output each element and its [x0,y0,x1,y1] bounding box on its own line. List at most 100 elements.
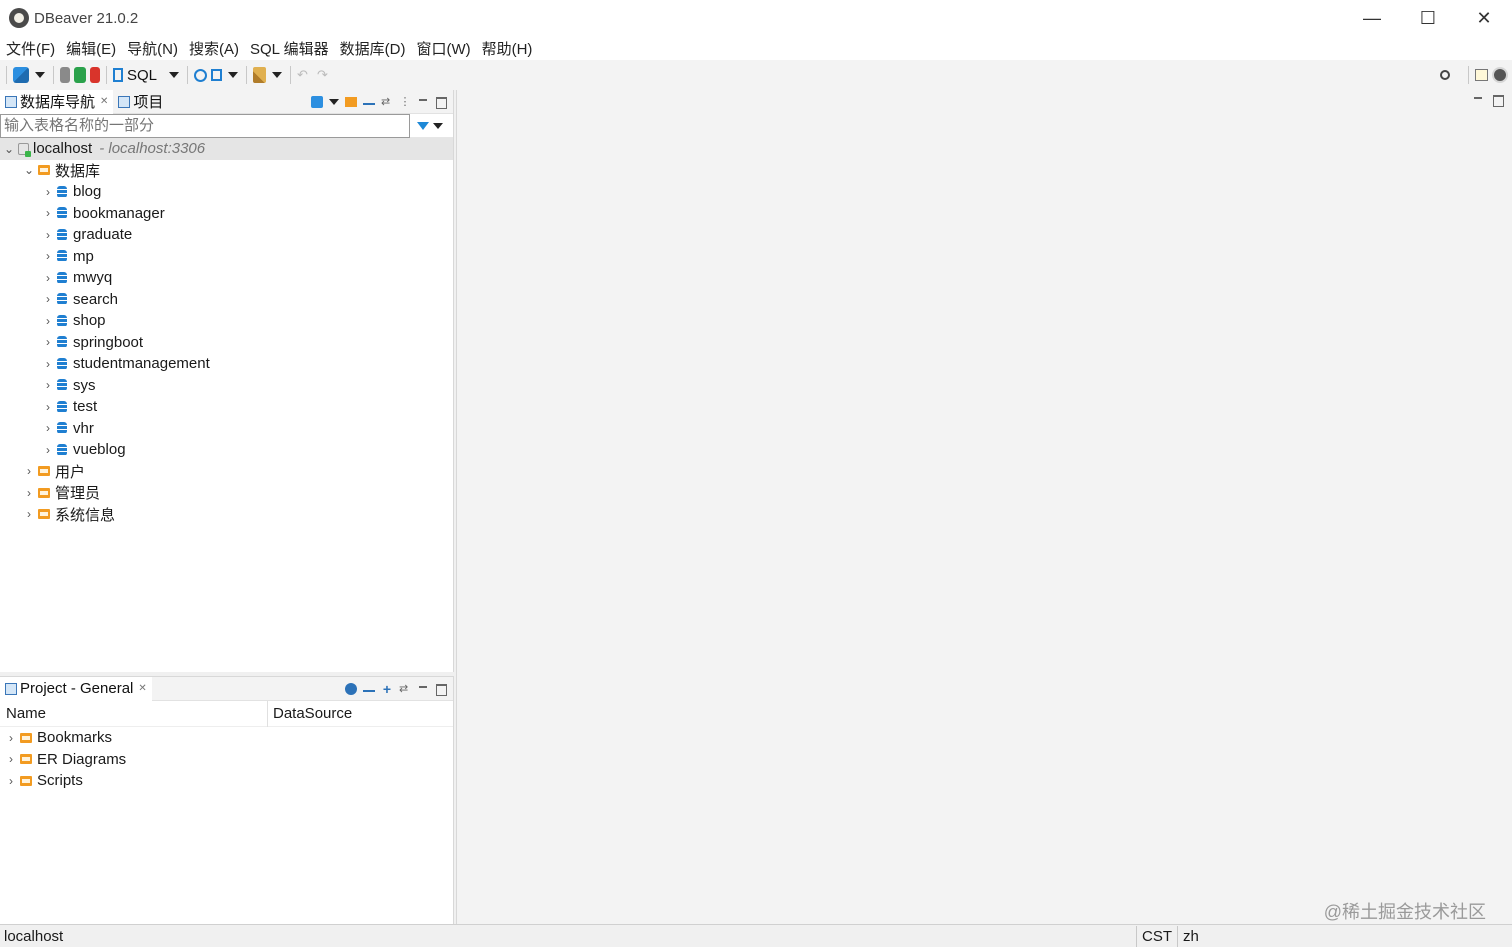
tree-project-bookmarks[interactable]: › Bookmarks [0,727,453,749]
new-connection-icon[interactable] [311,96,323,108]
collapse-all-icon[interactable] [363,690,375,692]
status-timezone[interactable]: CST [1136,926,1177,947]
open-perspective-icon[interactable] [1475,69,1488,81]
chevron-right-icon[interactable]: › [39,292,57,306]
maximize-editor-icon[interactable] [1492,94,1504,107]
chevron-right-icon[interactable]: › [39,249,57,263]
tree-db-sys[interactable]: › sys [0,375,453,397]
tree-db-vhr[interactable]: › vhr [0,418,453,440]
tree-folder-users[interactable]: › 用户 [0,461,453,483]
menu-search[interactable]: 搜索(A) [189,38,239,59]
close-window-button[interactable]: ✕ [1456,0,1512,36]
chevron-down-icon[interactable]: ⌄ [0,142,18,156]
column-name[interactable]: Name [0,700,268,727]
filter-dropdown-icon[interactable] [433,122,443,129]
search-icon[interactable] [1440,70,1450,80]
maximize-view-icon[interactable] [435,96,447,109]
menu-edit[interactable]: 编辑(E) [66,38,116,59]
tree-db-search[interactable]: › search [0,289,453,311]
chevron-right-icon[interactable]: › [39,314,57,328]
chevron-right-icon[interactable]: › [39,185,57,199]
tree-db-vueblog[interactable]: › vueblog [0,439,453,461]
tree-db-bookmanager[interactable]: › bookmanager [0,203,453,225]
tree-db-graduate[interactable]: › graduate [0,224,453,246]
table-filter-input[interactable] [0,113,410,138]
tree-db-test[interactable]: › test [0,396,453,418]
view-menu-dropdown-icon[interactable] [329,99,339,105]
chevron-right-icon[interactable]: › [20,507,38,521]
minimize-window-button[interactable]: — [1344,0,1400,36]
chevron-right-icon[interactable]: › [39,271,57,285]
menu-database[interactable]: 数据库(D) [340,38,406,59]
chevron-right-icon[interactable]: › [2,731,20,745]
connect-icon[interactable] [60,67,70,83]
menu-sql-editor[interactable]: SQL 编辑器 [250,38,329,59]
column-datasource[interactable]: DataSource [268,705,352,722]
minimize-view-icon[interactable] [417,683,429,695]
tools-icon[interactable] [253,67,267,83]
chevron-down-icon[interactable]: ⌄ [20,163,38,177]
disconnect-icon[interactable] [90,67,100,83]
expand-all-icon[interactable]: + [381,682,393,696]
chevron-right-icon[interactable]: › [39,357,57,371]
tree-db-mwyq[interactable]: › mwyq [0,267,453,289]
tree-db-mp[interactable]: › mp [0,246,453,268]
menu-navigate[interactable]: 导航(N) [127,38,178,59]
chevron-right-icon[interactable]: › [39,206,57,220]
sql-editor-icon[interactable] [113,68,123,82]
menu-help[interactable]: 帮助(H) [482,38,533,59]
maximize-view-icon[interactable] [435,683,447,696]
tree-db-shop[interactable]: › shop [0,310,453,332]
chevron-right-icon[interactable]: › [2,774,20,788]
tree-folder-administer[interactable]: › 管理员 [0,482,453,504]
tree-project-scripts[interactable]: › Scripts [0,770,453,792]
tree-db-studentmanagement[interactable]: › studentmanagement [0,353,453,375]
chevron-right-icon[interactable]: › [20,464,38,478]
forward-icon[interactable]: ↷ [317,67,333,83]
tree-db-springboot[interactable]: › springboot [0,332,453,354]
new-folder-icon[interactable] [345,97,357,107]
chevron-right-icon[interactable]: › [20,486,38,500]
minimize-editor-icon[interactable] [1472,94,1484,106]
link-with-editor-icon[interactable]: ⇄ [381,96,393,108]
close-icon[interactable]: ✕ [138,683,146,694]
databases-folder-icon [38,165,50,176]
tree-connection-localhost[interactable]: ⌄ localhost - localhost:3306 [0,138,453,160]
status-locale[interactable]: zh [1177,926,1204,947]
collapse-all-icon[interactable] [363,103,375,105]
dbeaver-perspective-icon[interactable] [1492,67,1508,83]
tab-project-general[interactable]: Project - General ✕ [0,676,152,701]
chevron-right-icon[interactable]: › [39,443,57,457]
chevron-right-icon[interactable]: › [2,752,20,766]
sql-editor-button[interactable]: SQL [127,67,157,84]
new-connection-dropdown-icon[interactable] [35,72,45,78]
menu-file[interactable]: 文件(F) [6,38,55,59]
configure-gear-icon[interactable] [345,683,357,695]
view-menu-icon[interactable]: ⋮ [399,96,411,108]
sql-editor-dropdown-icon[interactable] [169,72,180,78]
new-connection-icon[interactable] [13,67,29,83]
chevron-right-icon[interactable]: › [39,335,57,349]
maximize-window-button[interactable]: ☐ [1400,0,1456,36]
tree-project-er-diagrams[interactable]: › ER Diagrams [0,749,453,771]
tree-db-blog[interactable]: › blog [0,181,453,203]
transaction-dropdown-icon[interactable] [228,72,239,78]
close-icon[interactable]: ✕ [100,96,108,107]
tree-folder-system-info[interactable]: › 系统信息 [0,504,453,526]
tools-dropdown-icon[interactable] [272,72,283,78]
tree-folder-databases[interactable]: ⌄ 数据库 [0,160,453,182]
chevron-right-icon[interactable]: › [39,378,57,392]
back-icon[interactable]: ↶ [297,67,313,83]
menu-window[interactable]: 窗口(W) [416,38,470,59]
chevron-right-icon[interactable]: › [39,421,57,435]
chevron-right-icon[interactable]: › [39,400,57,414]
minimize-view-icon[interactable] [417,96,429,108]
chevron-right-icon[interactable]: › [39,228,57,242]
dashboard-icon[interactable] [194,68,208,82]
tab-database-navigator[interactable]: 数据库导航 ✕ [0,89,114,114]
link-with-editor-icon[interactable]: ⇄ [399,683,411,695]
transaction-mode-icon[interactable] [211,69,223,81]
filter-button[interactable] [410,114,450,138]
tab-projects[interactable]: 项目 [113,90,168,114]
reconnect-icon[interactable] [74,67,86,83]
